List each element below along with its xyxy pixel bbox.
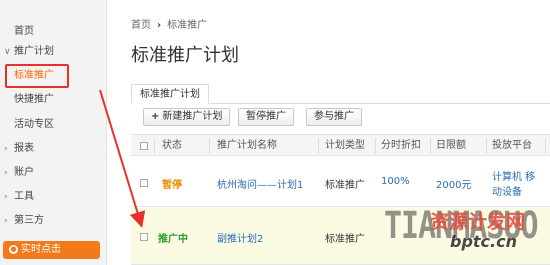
column-header-daily-limit[interactable]: 日限额 [436, 135, 466, 157]
row-checkbox[interactable] [140, 179, 148, 187]
sidebar-item-label: 推广计划 [14, 46, 54, 57]
sidebar-item-label: 第三方 [14, 215, 44, 226]
new-plan-button[interactable]: + 新建推广计划 [143, 108, 231, 126]
platform-line2[interactable]: 动设备 [492, 183, 522, 198]
table-header: 状态 推广计划名称 计划类型 分时折扣 日限额 投放平台 [131, 134, 550, 156]
column-header-status[interactable]: 状态 [162, 135, 182, 157]
sidebar-item-label: 标准推广 [14, 70, 54, 81]
sidebar-item-label: 账户 [14, 167, 34, 178]
sidebar: 首页 ∨ 推广计划 标准推广 快捷推广 活动专区 › 报表 › 账户 › 工具 › 第三方… [0, 0, 107, 265]
sidebar-item-third-party[interactable]: › 第三方 [0, 211, 106, 231]
sidebar-item-account[interactable]: › 账户 [0, 163, 106, 183]
chevron-right-icon: › [157, 20, 162, 31]
platform-line1[interactable]: 计算机 移 [492, 168, 535, 183]
daily-limit[interactable]: 2000元 [436, 176, 471, 191]
sidebar-item-reports[interactable]: › 报表 [0, 139, 106, 159]
plan-name-link[interactable]: 杭州淘问——计划1 [217, 176, 303, 191]
join-button[interactable]: 参与推广 [306, 108, 362, 126]
chevron-down-icon: ∨ [4, 47, 11, 57]
sidebar-item-label: 首页 [14, 26, 34, 37]
breadcrumb-current: 标准推广 [167, 20, 208, 31]
column-divider [486, 138, 487, 154]
column-divider [375, 138, 376, 154]
breadcrumb-home[interactable]: 首页 [131, 20, 151, 31]
pause-button[interactable]: 暂停推广 [238, 108, 294, 126]
watermark-chinese: 资源计发网 [430, 211, 526, 233]
sidebar-item-label: 工具 [14, 191, 34, 202]
realtime-click-label: 实时点击 [21, 244, 61, 255]
sidebar-item-home[interactable]: 首页 [0, 22, 106, 42]
status-badge: 暂停 [162, 180, 182, 191]
breadcrumb: 首页 › 标准推广 [131, 16, 207, 31]
column-divider [209, 138, 210, 154]
column-divider [545, 138, 546, 154]
column-header-type[interactable]: 计划类型 [325, 135, 365, 157]
sidebar-item-activity-zone[interactable]: 活动专区 [0, 115, 106, 135]
new-plan-label: 新建推广计划 [162, 111, 223, 122]
sidebar-item-tools[interactable]: › 工具 [0, 187, 106, 207]
tab-standard-plan[interactable]: 标准推广计划 [131, 84, 209, 104]
chevron-right-icon: › [4, 168, 8, 178]
watermark-url: bptc.cn [450, 232, 517, 251]
realtime-click-button[interactable]: ● 实时点击 [3, 241, 100, 259]
plan-type: 标准推广 [325, 234, 365, 245]
plan-type: 标准推广 [325, 180, 365, 191]
clock-icon: ● [9, 244, 18, 254]
column-header-platform[interactable]: 投放平台 [492, 135, 532, 157]
page-title: 标准推广计划 [131, 45, 239, 66]
sidebar-item-quick-promotion[interactable]: 快捷推广 [0, 90, 106, 110]
chevron-right-icon: › [4, 144, 8, 154]
select-all-checkbox[interactable] [140, 142, 148, 150]
chevron-right-icon: › [4, 216, 8, 226]
sidebar-item-promotion-plan[interactable]: ∨ 推广计划 [0, 42, 106, 62]
sidebar-item-standard-promotion[interactable]: 标准推广 [0, 66, 106, 86]
chevron-right-icon: › [4, 192, 8, 202]
column-divider [430, 138, 431, 154]
column-header-discount[interactable]: 分时折扣 [381, 135, 421, 157]
column-header-name[interactable]: 推广计划名称 [217, 135, 277, 157]
column-divider [154, 138, 155, 154]
plan-name-link[interactable]: 副推计划2 [217, 230, 263, 245]
time-discount[interactable]: 100% [381, 176, 410, 187]
status-badge: 推广中 [158, 234, 188, 245]
plus-icon: + [151, 111, 160, 122]
sidebar-item-label: 快捷推广 [14, 94, 54, 105]
table-row: 暂停 杭州淘问——计划1 标准推广 100% 2000元 计算机 移 动设备 [131, 157, 550, 207]
sidebar-item-label: 报表 [14, 143, 34, 154]
column-divider [318, 138, 319, 154]
row-checkbox[interactable] [140, 233, 148, 241]
sidebar-item-label: 活动专区 [14, 119, 54, 130]
